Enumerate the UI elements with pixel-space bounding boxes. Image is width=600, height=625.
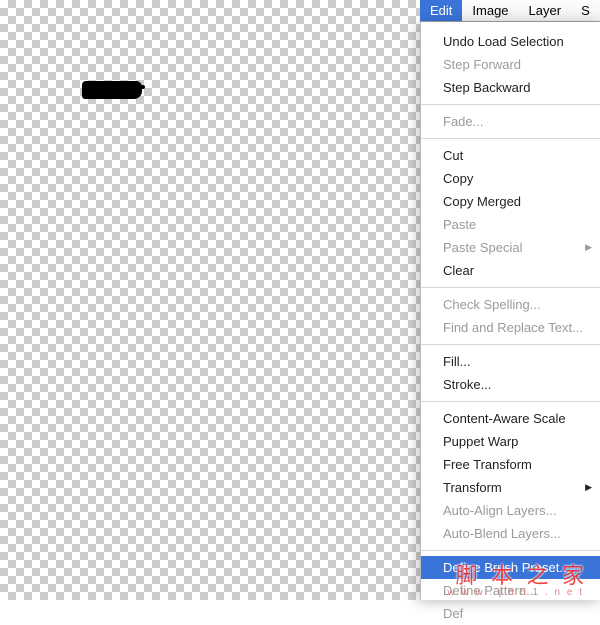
menu-fill[interactable]: Fill... xyxy=(421,350,600,373)
menu-separator xyxy=(421,138,600,139)
menu-separator xyxy=(421,550,600,551)
menubar: Edit Image Layer S xyxy=(420,0,600,22)
menu-content-aware[interactable]: Content-Aware Scale xyxy=(421,407,600,430)
menu-step-backward[interactable]: Step Backward xyxy=(421,76,600,99)
menu-copy[interactable]: Copy xyxy=(421,167,600,190)
menu-fade: Fade... xyxy=(421,110,600,133)
menu-paste-special: Paste Special xyxy=(421,236,600,259)
menu-copy-merged[interactable]: Copy Merged xyxy=(421,190,600,213)
menu-paste: Paste xyxy=(421,213,600,236)
menubar-layer[interactable]: Layer xyxy=(519,0,572,21)
menu-auto-align: Auto-Align Layers... xyxy=(421,499,600,522)
brush-stroke-sample xyxy=(82,81,142,99)
menu-puppet-warp[interactable]: Puppet Warp xyxy=(421,430,600,453)
menu-define-pattern: Define Pattern... xyxy=(421,579,600,602)
menu-separator xyxy=(421,344,600,345)
menu-clear[interactable]: Clear xyxy=(421,259,600,282)
menubar-edit[interactable]: Edit xyxy=(420,0,462,21)
menu-separator xyxy=(421,104,600,105)
menu-find-replace: Find and Replace Text... xyxy=(421,316,600,339)
canvas-transparent-area[interactable] xyxy=(0,0,420,600)
menu-check-spelling: Check Spelling... xyxy=(421,293,600,316)
menu-undo[interactable]: Undo Load Selection xyxy=(421,30,600,53)
menu-separator xyxy=(421,401,600,402)
menu-separator xyxy=(421,287,600,288)
menu-define-custom-truncated: Def xyxy=(421,602,600,625)
edit-menu-dropdown: Undo Load Selection Step Forward Step Ba… xyxy=(420,22,600,600)
menu-transform[interactable]: Transform xyxy=(421,476,600,499)
menu-stroke[interactable]: Stroke... xyxy=(421,373,600,396)
menu-step-forward: Step Forward xyxy=(421,53,600,76)
menu-cut[interactable]: Cut xyxy=(421,144,600,167)
menu-define-brush-preset[interactable]: Define Brush Preset... xyxy=(421,556,600,579)
menubar-image[interactable]: Image xyxy=(462,0,518,21)
menu-free-transform[interactable]: Free Transform xyxy=(421,453,600,476)
menubar-s-truncated[interactable]: S xyxy=(571,0,600,21)
menu-auto-blend: Auto-Blend Layers... xyxy=(421,522,600,545)
